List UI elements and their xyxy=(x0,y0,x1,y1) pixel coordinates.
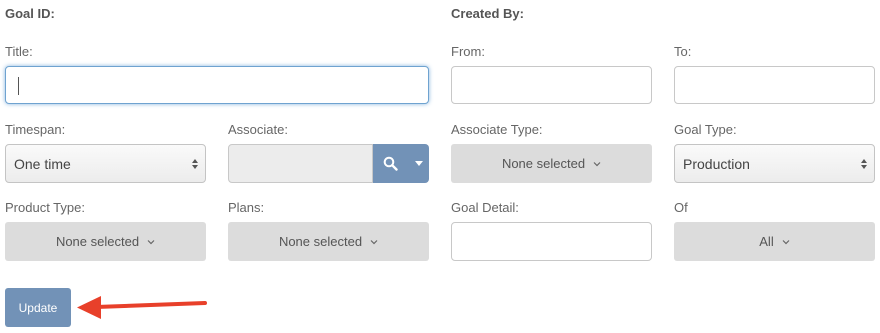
timespan-selected-value: One time xyxy=(14,155,71,172)
associate-label: Associate: xyxy=(228,122,288,137)
update-button[interactable]: Update xyxy=(5,288,71,327)
timespan-select[interactable]: One time xyxy=(5,144,206,183)
to-label: To: xyxy=(674,44,692,59)
associate-input[interactable] xyxy=(228,144,373,183)
text-caret xyxy=(18,77,19,95)
of-multiselect[interactable]: All xyxy=(674,222,875,261)
chevron-down-icon xyxy=(593,161,601,166)
timespan-label: Timespan: xyxy=(5,122,66,137)
associate-type-multiselect[interactable]: None selected xyxy=(451,144,652,183)
of-selected-value: All xyxy=(759,234,774,249)
goal-type-select[interactable]: Production xyxy=(674,144,875,183)
chevron-down-icon xyxy=(370,239,378,244)
caret-down-icon xyxy=(415,161,423,166)
sort-arrows-icon xyxy=(192,159,198,169)
arrow-left-icon xyxy=(77,296,207,319)
associate-search-button[interactable] xyxy=(373,144,429,183)
product-type-selected-value: None selected xyxy=(55,234,140,249)
to-date-input[interactable] xyxy=(674,66,875,104)
plans-multiselect[interactable]: None selected xyxy=(228,222,429,261)
goal-type-selected-value: Production xyxy=(683,155,750,172)
title-label: Title: xyxy=(5,44,33,59)
associate-type-selected-value: None selected xyxy=(501,156,586,171)
goal-id-label: Goal ID: xyxy=(5,6,55,21)
chevron-down-icon xyxy=(147,239,155,244)
search-icon xyxy=(383,156,398,171)
chevron-down-icon xyxy=(782,239,790,244)
product-type-label: Product Type: xyxy=(5,200,85,215)
from-label: From: xyxy=(451,44,485,59)
plans-label: Plans: xyxy=(228,200,265,215)
associate-type-label: Associate Type: xyxy=(451,122,543,137)
goal-detail-label: Goal Detail: xyxy=(451,200,519,215)
sort-arrows-icon xyxy=(861,159,867,169)
goal-detail-input[interactable] xyxy=(451,222,652,261)
title-input[interactable] xyxy=(5,66,429,104)
product-type-multiselect[interactable]: None selected xyxy=(5,222,206,261)
created-by-label: Created By: xyxy=(451,6,524,21)
goal-type-label: Goal Type: xyxy=(674,122,737,137)
plans-selected-value: None selected xyxy=(278,234,363,249)
of-label: Of xyxy=(674,200,688,215)
from-date-input[interactable] xyxy=(451,66,652,104)
